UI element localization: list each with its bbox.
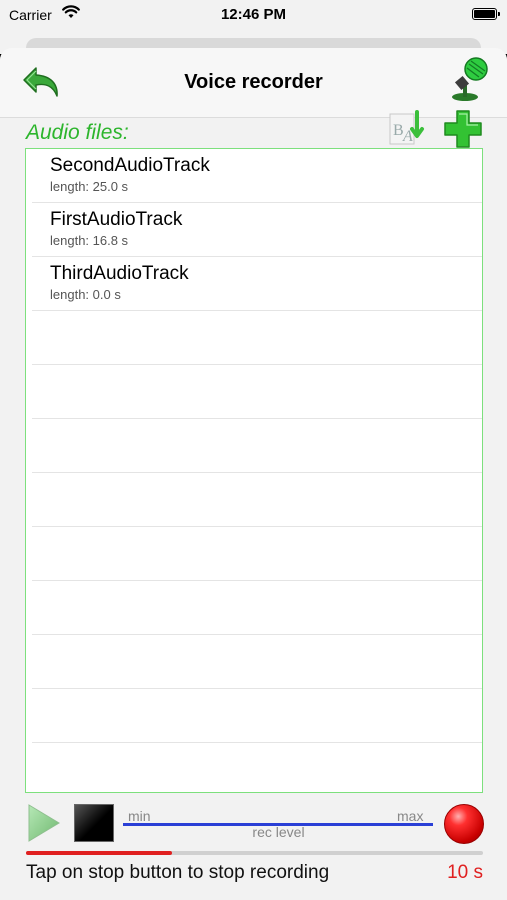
empty-list-row [32,365,482,419]
empty-list-row [32,581,482,635]
microphone-button[interactable] [445,54,491,102]
level-max-label: max [397,808,424,824]
recorder-controls: min max rec level [0,800,507,850]
sort-button[interactable]: B A [386,108,428,148]
status-bar: Carrier 12:46 PM [0,0,507,34]
battery-icon [472,8,500,20]
add-track-button[interactable] [443,109,483,149]
list-item[interactable]: SecondAudioTrack length: 25.0 s [32,149,482,203]
track-name: ThirdAudioTrack [50,263,189,284]
nav-bar: Voice recorder [0,48,507,118]
track-name: SecondAudioTrack [50,155,210,176]
empty-list-row [32,689,482,743]
track-length: length: 16.8 s [50,233,129,248]
list-item[interactable]: ThirdAudioTrack length: 0.0 s [32,257,482,311]
empty-list-row [32,473,482,527]
recording-progress [26,851,483,855]
track-length: length: 25.0 s [50,179,129,194]
level-min-label: min [128,808,151,824]
rec-level-label: rec level [252,824,305,840]
audio-file-list[interactable]: SecondAudioTrack length: 25.0 s FirstAud… [25,148,483,793]
page-title: Voice recorder [184,71,323,93]
recording-progress-fill [26,851,173,855]
empty-list-row [32,419,482,473]
recording-hint: Tap on stop button to stop recording [26,862,330,883]
list-item[interactable]: FirstAudioTrack length: 16.8 s [32,203,482,257]
audio-files-header: Audio files: [26,121,129,144]
empty-list-row [32,311,482,365]
empty-list-row [32,635,482,689]
microphone-icon [452,57,488,101]
plus-icon [444,110,482,148]
status-time: 12:46 PM [220,6,287,23]
recorder-sheet: Voice recorder Audio files: B A SecondAu… [0,48,507,900]
record-button[interactable] [444,804,484,844]
recording-timer: 10 s [447,862,483,883]
track-length: length: 0.0 s [50,287,121,302]
sort-alpha-icon: B A [389,110,424,145]
track-name: FirstAudioTrack [50,209,183,230]
empty-list-row [32,527,482,581]
